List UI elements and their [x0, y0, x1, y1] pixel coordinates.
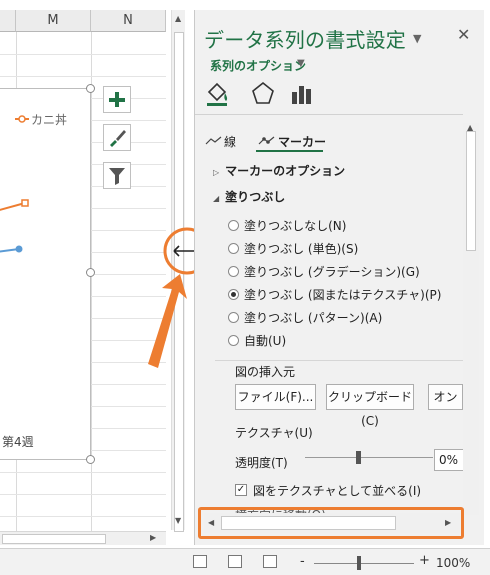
close-icon[interactable]: ✕ [457, 25, 470, 44]
series-options-menu[interactable]: 系列のオプション [210, 57, 306, 74]
legend-label: カニ丼 [31, 113, 68, 127]
tile-checkbox-label: 図をテクスチャとして並べる(I) [253, 484, 422, 498]
divider [215, 360, 463, 361]
tab-divider [195, 114, 463, 115]
radio-button[interactable] [228, 220, 239, 231]
fill-option-solid[interactable]: 塗りつぶし (単色)(S) [228, 240, 358, 257]
zoom-in-button[interactable]: + [419, 553, 430, 568]
sheet-horizontal-scrollbar[interactable]: ▶ [0, 531, 166, 545]
chart-resize-handle-right[interactable] [86, 268, 95, 277]
section-fill[interactable]: ◢ 塗りつぶし [213, 188, 285, 205]
radio-button[interactable] [228, 335, 239, 346]
zoom-out-button[interactable]: - [300, 554, 305, 569]
option-label: 塗りつぶし (グラデーション)(G) [244, 265, 420, 279]
clipboard-button[interactable]: クリップボード(C) [326, 384, 414, 428]
highlight-box [198, 507, 464, 539]
pane-vertical-scrollbar[interactable]: ▲ [463, 123, 479, 515]
chart-styles-button[interactable] [103, 124, 131, 151]
tile-checkbox[interactable]: ✓ [235, 484, 247, 496]
axis-label-week4: 第4週 [2, 435, 34, 449]
chevron-down-icon[interactable]: ▼ [413, 32, 421, 45]
scroll-thumb[interactable] [466, 131, 476, 251]
chart-resize-handle-top-right[interactable] [86, 84, 95, 93]
option-label: 塗りつぶし (単色)(S) [244, 242, 359, 256]
grid-line [0, 516, 166, 517]
option-label: 塗りつぶし (パターン)(A) [244, 311, 383, 325]
tab-line[interactable]: 線 [224, 133, 236, 150]
radio-button[interactable] [228, 312, 239, 323]
tab-marker[interactable]: マーカー [278, 133, 326, 150]
chevron-down-icon: ◢ [213, 194, 220, 203]
fill-option-auto[interactable]: 自動(U) [228, 332, 286, 349]
chart-filters-button[interactable] [103, 162, 131, 189]
option-label: 塗りつぶし (図またはテクスチャ)(P) [244, 288, 442, 302]
scroll-right-icon[interactable]: ▶ [150, 533, 156, 542]
normal-view-icon[interactable] [193, 555, 207, 568]
line-icon [205, 136, 222, 145]
texture-label: テクスチャ(U) [235, 426, 313, 440]
format-data-series-pane: データ系列の書式設定 ▼ ✕ 系列のオプション ▼ 線 マーカー ▷ マーカーの… [194, 10, 484, 545]
scroll-down-icon[interactable]: ▼ [175, 516, 181, 525]
grid-line [0, 472, 166, 473]
insert-picture-label: 図の挿入元 [235, 365, 296, 379]
radio-button-selected[interactable] [228, 289, 239, 300]
option-label: 塗りつぶしなし(N) [244, 219, 347, 233]
zoom-slider-track[interactable] [314, 563, 414, 564]
scroll-up-icon[interactable]: ▲ [175, 14, 181, 23]
pentagon-icon[interactable] [250, 80, 276, 108]
fill-line-icon[interactable] [205, 80, 231, 108]
chart-object[interactable] [0, 88, 91, 460]
transparency-slider-thumb[interactable] [356, 451, 361, 464]
chart-elements-button[interactable] [103, 86, 131, 113]
plus-icon [109, 92, 125, 107]
fill-option-picture[interactable]: 塗りつぶし (図またはテクスチャ)(P) [228, 286, 441, 303]
bar-chart-icon[interactable] [289, 80, 315, 108]
scroll-thumb[interactable] [2, 534, 106, 544]
excel-window: M N カニ丼 第4週 ▶ ▲ ▼ データ系列の書式設定 ▼ ✕ 系列のオプショ… [0, 0, 490, 575]
fill-option-pattern[interactable]: 塗りつぶし (パターン)(A) [228, 309, 382, 326]
column-header-m[interactable]: M [16, 10, 91, 32]
page-layout-icon[interactable] [228, 555, 242, 568]
fill-option-none[interactable]: 塗りつぶしなし(N) [228, 217, 346, 234]
radio-button[interactable] [228, 266, 239, 277]
file-button[interactable]: ファイル(F)... [235, 384, 316, 410]
section-marker-options[interactable]: ▷ マーカーのオプション [213, 162, 345, 179]
brush-icon [110, 130, 126, 147]
status-bar: - + 100% [0, 548, 490, 575]
chevron-right-icon: ▷ [213, 168, 220, 177]
column-header-blank [0, 10, 16, 32]
chart-series-lines [0, 115, 29, 253]
section-label: マーカーのオプション [225, 164, 346, 178]
marker-icon [258, 136, 275, 145]
page-break-icon[interactable] [263, 555, 277, 568]
filter-icon [109, 168, 125, 185]
chevron-down-icon[interactable]: ▼ [297, 58, 305, 69]
transparency-slider-track[interactable] [305, 457, 433, 458]
section-label: 塗りつぶし [225, 190, 286, 204]
grid-line [0, 76, 166, 77]
grid-line [0, 54, 166, 55]
radio-button[interactable] [228, 243, 239, 254]
chart-resize-handle-bottom-right[interactable] [86, 455, 95, 464]
option-label: 自動(U) [244, 334, 287, 348]
fill-option-gradient[interactable]: 塗りつぶし (グラデーション)(G) [228, 263, 420, 280]
grid-line [0, 494, 166, 495]
online-button[interactable]: オン [428, 384, 463, 410]
zoom-slider-thumb[interactable] [357, 556, 361, 570]
selected-tab-indicator [256, 150, 323, 152]
zoom-level[interactable]: 100% [436, 556, 470, 570]
pane-title: データ系列の書式設定 [204, 28, 406, 52]
transparency-label: 透明度(T) [235, 456, 288, 470]
column-header-n[interactable]: N [91, 10, 166, 32]
